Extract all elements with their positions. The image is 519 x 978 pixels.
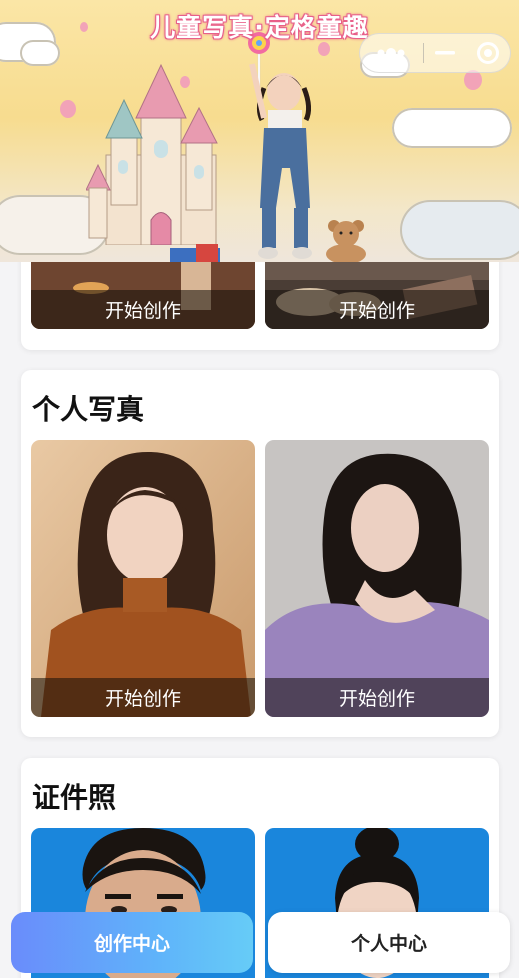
more-button[interactable]: [360, 34, 423, 72]
close-button[interactable]: [467, 34, 510, 72]
start-creating-label: 开始创作: [265, 678, 489, 717]
mini-program-capsule: [359, 33, 511, 73]
child-photo-illustration: [249, 63, 312, 259]
template-tile[interactable]: 开始创作: [31, 440, 255, 717]
section-card-portrait: 个人写真 开始创作 开始创作: [21, 370, 499, 737]
template-tile[interactable]: 开始创作: [265, 440, 489, 717]
section-title: 证件照: [32, 781, 117, 814]
balloon-decoration: [318, 42, 330, 56]
balloon-decoration: [60, 100, 76, 118]
start-creating-label: 开始创作: [265, 290, 489, 329]
start-creating-label: 开始创作: [31, 678, 255, 717]
castle-illustration: [86, 63, 218, 245]
template-thumbnail: [265, 440, 489, 717]
cloud-decoration: [392, 108, 512, 148]
gift-box-decoration: [196, 244, 218, 262]
start-creating-label: 开始创作: [31, 290, 255, 329]
section-title: 个人写真: [32, 393, 145, 426]
more-dots-icon: [377, 48, 405, 58]
balloon-decoration: [464, 70, 482, 90]
target-circle-icon: [477, 42, 500, 64]
minimize-icon: [435, 51, 456, 55]
minimize-button[interactable]: [424, 34, 467, 72]
hero-banner: 儿童写真·定格童趣: [0, 0, 519, 262]
cloud-decoration: [400, 200, 519, 260]
create-center-button[interactable]: 创作中心: [11, 912, 253, 973]
template-thumbnail: [31, 440, 255, 717]
teddy-bear-illustration: [326, 220, 366, 262]
personal-center-button[interactable]: 个人中心: [268, 912, 510, 973]
